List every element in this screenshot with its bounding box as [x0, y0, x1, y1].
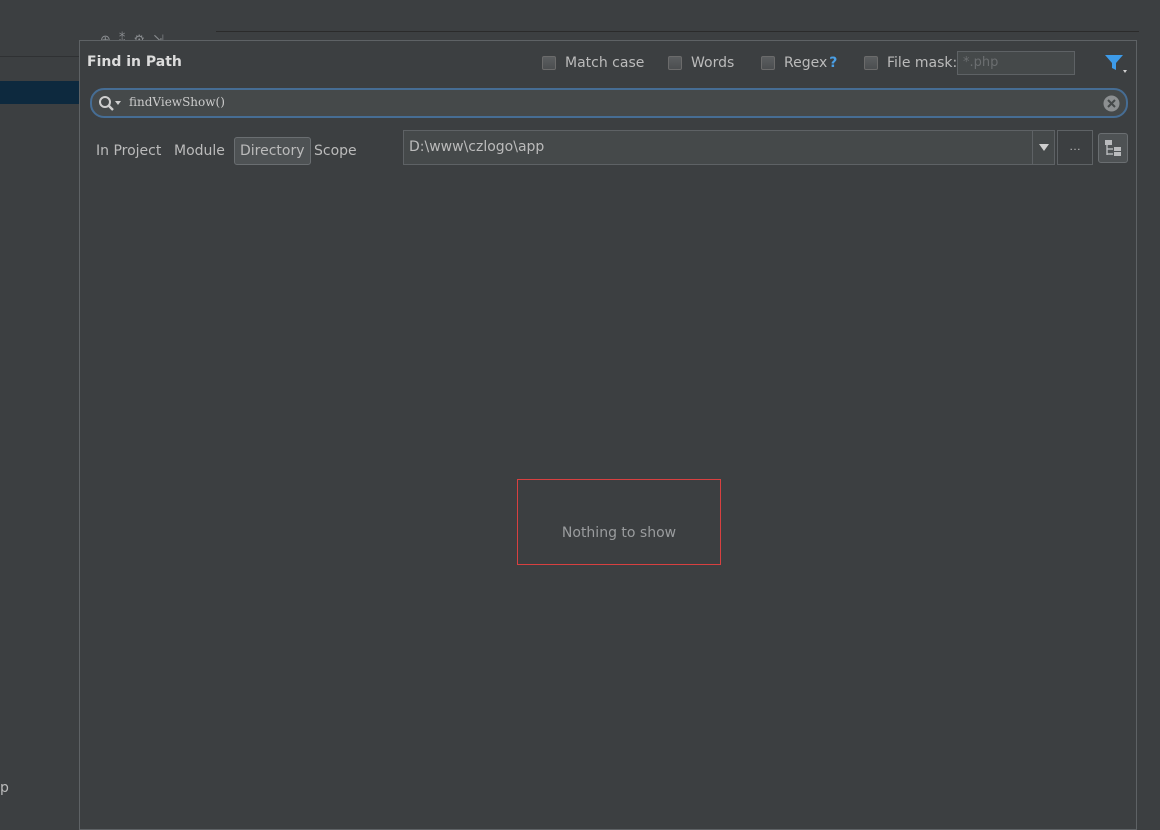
file-mask-input[interactable]: *.php [957, 51, 1075, 75]
directory-path: D:\www\czlogo\app [409, 139, 545, 155]
words-checkbox[interactable] [668, 56, 682, 70]
directory-combobox[interactable]: D:\www\czlogo\app [403, 130, 1055, 165]
regex-help-icon[interactable]: ? [829, 55, 837, 71]
find-in-path-dialog: Find in Path Match case Words Regex ? Fi… [79, 40, 1137, 830]
search-query-text: findViewShow() [129, 95, 225, 109]
filter-icon[interactable] [1104, 53, 1128, 75]
tab-module[interactable]: Module [169, 137, 230, 165]
ide-right-panel [1139, 31, 1160, 828]
file-mask-checkbox[interactable] [864, 56, 878, 70]
folder-tree-icon[interactable] [1098, 133, 1128, 163]
regex-checkbox[interactable] [761, 56, 775, 70]
tab-in-project[interactable]: In Project [91, 137, 166, 165]
browse-button[interactable]: … [1057, 130, 1093, 165]
match-case-option[interactable]: Match case [542, 54, 644, 72]
tab-directory[interactable]: Directory [234, 137, 311, 165]
search-input[interactable]: findViewShow() [90, 88, 1128, 118]
empty-results-text: Nothing to show [561, 525, 677, 541]
match-case-checkbox[interactable] [542, 56, 556, 70]
ide-toolbar [0, 0, 1160, 32]
chevron-down-icon[interactable] [1032, 131, 1054, 164]
project-tree-selected-row[interactable] [0, 81, 80, 104]
empty-results-highlight: Nothing to show [517, 479, 721, 565]
file-mask-label: File mask: [887, 55, 958, 71]
match-case-label: Match case [565, 55, 645, 71]
tab-scope[interactable]: Scope [309, 137, 362, 165]
words-option[interactable]: Words [668, 54, 734, 72]
words-label: Words [691, 55, 735, 71]
project-tree-item-label[interactable]: p [0, 780, 9, 796]
search-icon[interactable] [98, 95, 124, 113]
clear-icon[interactable] [1103, 95, 1120, 112]
regex-label: Regex [784, 55, 828, 71]
regex-option[interactable]: Regex ? [761, 54, 837, 72]
dialog-title: Find in Path [87, 54, 182, 70]
file-mask-option[interactable]: File mask: [864, 54, 957, 72]
project-panel [0, 31, 80, 828]
